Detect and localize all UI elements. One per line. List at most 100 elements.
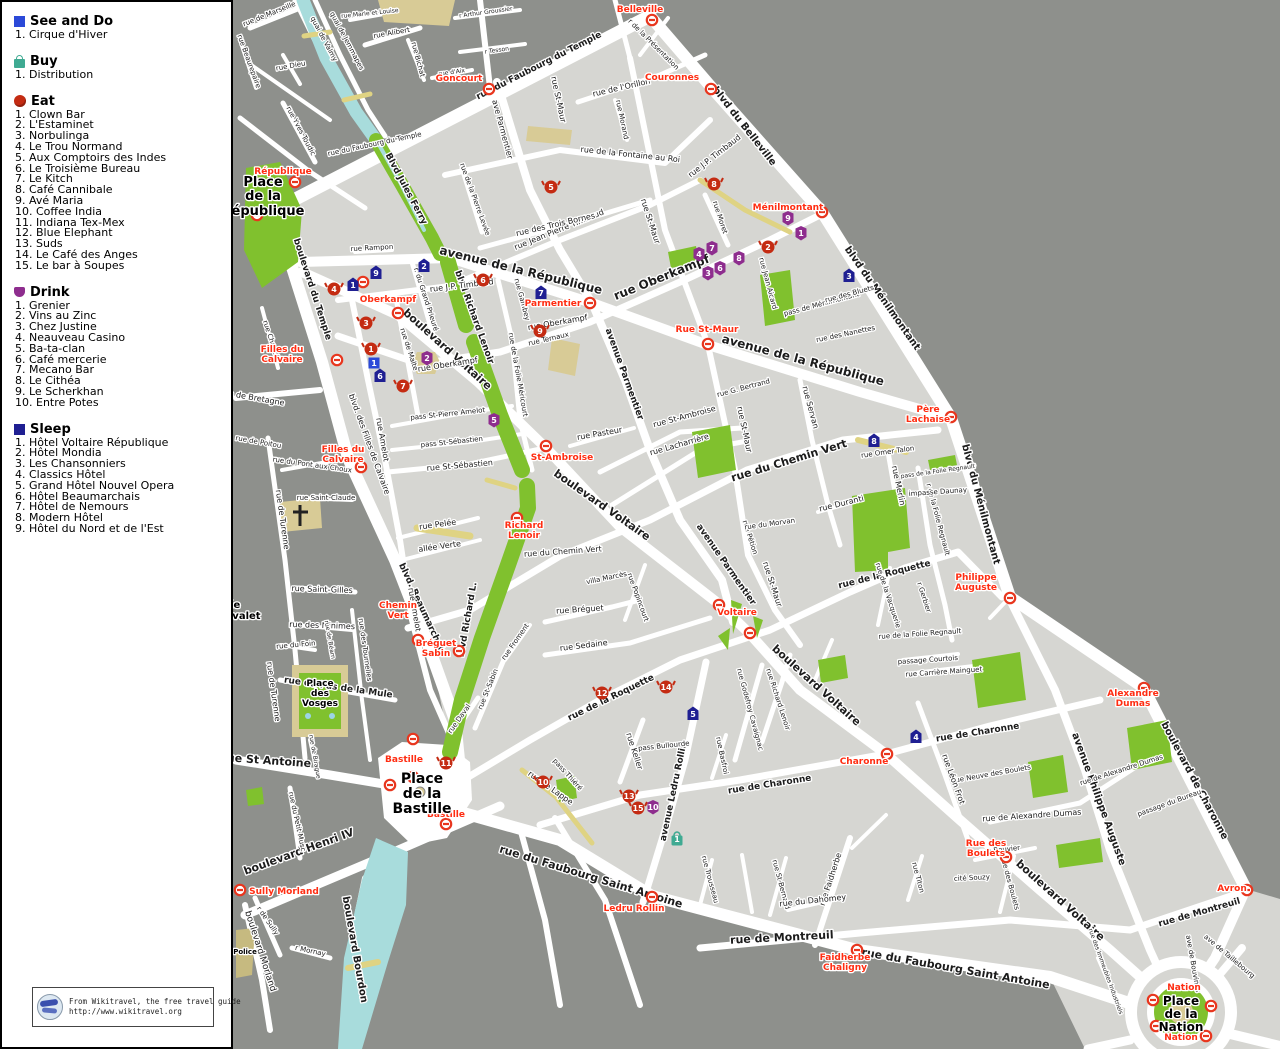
map-text: Rue desBoulets xyxy=(966,839,1006,859)
map-text: 6 xyxy=(717,264,723,273)
metro-station-icon xyxy=(585,298,595,308)
map-text: de la xyxy=(1164,1007,1197,1021)
metro-bar xyxy=(1007,597,1013,599)
map-text: 1 xyxy=(371,359,377,368)
map-text: 9 xyxy=(785,214,791,223)
map-text: Place xyxy=(243,175,282,190)
legend-section-eat: Eat1. Clown Bar2. L'Estaminet3. Norbulin… xyxy=(14,94,225,272)
map-text: 4 xyxy=(913,733,919,742)
metro-bar xyxy=(387,784,393,786)
landmark-building xyxy=(548,338,580,376)
map-text: 13 xyxy=(623,792,634,801)
fountain xyxy=(329,713,335,719)
fountain xyxy=(305,713,311,719)
legend-section-sleep: Sleep1. Hôtel Voltaire République2. Hôte… xyxy=(14,422,225,535)
metro-station-icon xyxy=(235,885,245,895)
map-text: St-Ambroise xyxy=(531,453,593,463)
map-text: 7 xyxy=(400,382,406,391)
map-text: 15 xyxy=(632,804,644,813)
metro-station-icon xyxy=(441,819,451,829)
wikitravel-logo-icon xyxy=(37,994,63,1020)
metro-station-icon xyxy=(1005,593,1015,603)
map-text: Avron xyxy=(1217,884,1247,894)
metro-bar xyxy=(443,823,449,825)
map-text: République xyxy=(222,204,305,219)
map-text: 9 xyxy=(373,269,379,278)
metro-bar xyxy=(1208,1005,1214,1007)
drink-category-icon xyxy=(14,287,25,297)
map-text: 7 xyxy=(709,244,715,253)
map-text: Couronnes xyxy=(645,73,699,83)
map-text: RichardLenoir xyxy=(505,521,544,541)
legend-section-title: Eat xyxy=(31,94,55,109)
metro-bar xyxy=(514,517,520,519)
metro-bar xyxy=(543,445,549,447)
legend-section-title: Drink xyxy=(30,285,70,300)
metro-bar xyxy=(884,753,890,755)
metro-bar xyxy=(358,466,364,468)
attribution-text: From Wikitravel, the free travel guide h… xyxy=(69,997,241,1017)
map-text: Voltaire xyxy=(717,608,757,618)
map-text: 1 xyxy=(674,835,680,844)
map-text: de la xyxy=(403,786,442,802)
metro-bar xyxy=(237,889,243,891)
legend-item: 1. Cirque d'Hiver xyxy=(15,30,225,41)
legend-section-title: See and Do xyxy=(30,14,113,29)
metro-bar xyxy=(456,650,462,652)
metro-bar xyxy=(292,181,298,183)
metro-bar xyxy=(1203,1035,1209,1037)
map-text: Place xyxy=(1163,994,1199,1008)
map-text: 6 xyxy=(377,372,383,381)
map-text: 5 xyxy=(491,416,497,425)
map-text: 12 xyxy=(596,689,607,698)
metro-bar xyxy=(747,632,753,634)
map-text: 8 xyxy=(871,437,877,446)
metro-bar xyxy=(708,88,714,90)
metro-bar xyxy=(486,88,492,90)
metro-bar xyxy=(395,312,401,314)
legend-section-title: Sleep xyxy=(30,422,71,437)
map-text: Parmentier xyxy=(525,299,582,309)
map-text: 1 xyxy=(350,281,356,290)
legend-section-title: Buy xyxy=(30,54,58,69)
metro-bar xyxy=(410,738,416,740)
map-text: Place xyxy=(306,679,333,689)
metro-station-icon xyxy=(541,441,551,451)
map-text: 2 xyxy=(421,262,427,271)
map-text: Nation xyxy=(1159,1020,1204,1034)
map-text: 2 xyxy=(765,243,771,252)
sleep-category-icon xyxy=(14,424,25,435)
map-text: PhilippeAuguste xyxy=(955,573,997,593)
map-text: 10 xyxy=(647,803,659,812)
map-text: rue Saint-Claude xyxy=(297,494,356,502)
metro-station-icon xyxy=(385,780,395,790)
map-text: 1 xyxy=(798,229,804,238)
map-text: Belleville xyxy=(617,5,663,15)
legend-section-buy: Buy1. Distribution xyxy=(14,54,225,81)
attribution-line2: http://www.wikitravel.org xyxy=(69,1007,241,1017)
map-text: 11 xyxy=(440,759,452,768)
metro-station-icon xyxy=(1148,995,1158,1005)
map-text: 8 xyxy=(736,254,742,263)
metro-bar xyxy=(705,343,711,345)
map-text: Nation xyxy=(1164,1033,1198,1043)
metro-bar xyxy=(587,302,593,304)
map-text: de la xyxy=(245,189,281,204)
legend-item: 1. Distribution xyxy=(15,70,225,81)
map-text: 3 xyxy=(705,269,711,278)
park xyxy=(692,425,736,478)
legend-sidebar: See and Do1. Cirque d'Hiver Buy1. Distrib… xyxy=(0,0,233,1049)
metro-station-icon xyxy=(290,177,300,187)
map-text: Rue St-Maur xyxy=(676,325,740,335)
map-text: des xyxy=(311,689,329,699)
map-text: Goncourt xyxy=(436,74,483,84)
wikitravel-map-page: avenue de la Républiqueavenue de la Répu… xyxy=(0,0,1280,1049)
map-text: Police xyxy=(233,948,257,956)
map-text: 5 xyxy=(690,710,696,719)
metro-station-icon xyxy=(647,892,657,902)
park xyxy=(1028,755,1068,798)
map-text: Ledru Rollin xyxy=(603,904,664,914)
metro-station-icon xyxy=(358,277,368,287)
map-text: Bastille xyxy=(385,755,423,765)
metro-bar xyxy=(360,281,366,283)
